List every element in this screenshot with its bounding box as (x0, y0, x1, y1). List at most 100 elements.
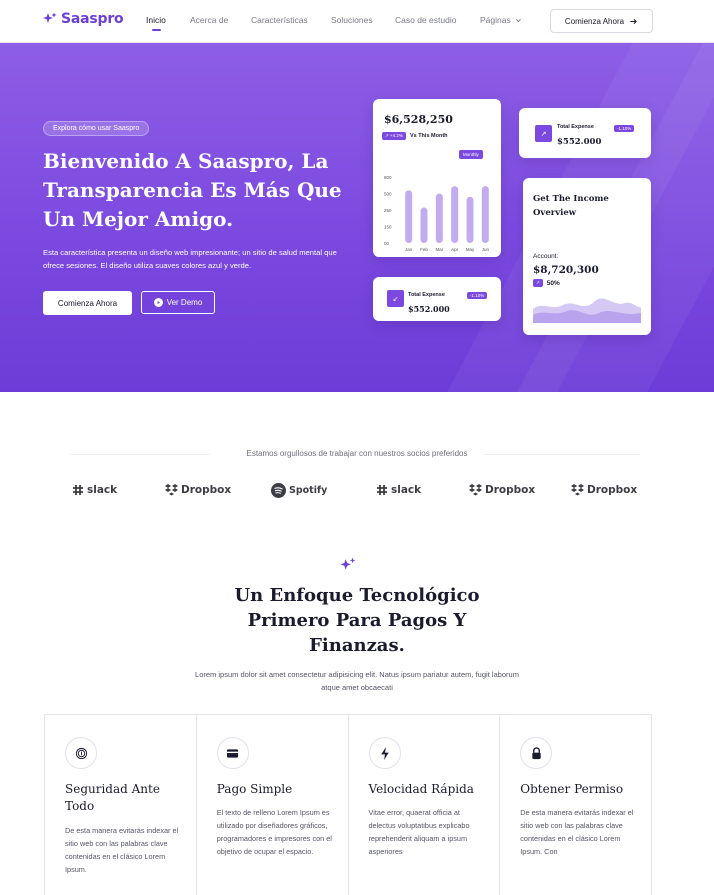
y-tick-label: 150 (384, 225, 392, 230)
chevron-down-icon (516, 19, 522, 23)
y-tick-label: 500 (384, 192, 392, 197)
income-amount: $8,720,300 (533, 264, 599, 276)
income-wave-chart (533, 298, 641, 323)
partner-logo-dropbox-2[interactable]: Dropbox (469, 482, 535, 498)
lock-icon (520, 737, 553, 769)
bar-jan (405, 190, 413, 243)
income-percent-row: ↗ 50% (533, 279, 560, 287)
slack-icon (73, 485, 83, 495)
arrow-up-icon: ↗ (385, 133, 389, 138)
partner-name: slack (391, 484, 422, 496)
expense-amount: $552.000 (557, 137, 602, 147)
income-percent: 50% (546, 279, 560, 287)
partner-logo-slack-1[interactable]: slack (72, 482, 117, 498)
expense-amount-2: $552.000 (408, 304, 450, 314)
feature-title: Velocidad Rápida (368, 782, 474, 796)
partner-name: Dropbox (485, 484, 536, 496)
feature-text: El texto de relleno Lorem Ipsum es utili… (216, 808, 332, 856)
spotify-icon (271, 482, 286, 498)
features-grid: Seguridad Ante Todo De esta manera evita… (44, 714, 652, 895)
expense-card-bottom: ↙ Total Expense $552.000 -1.10% (373, 277, 501, 321)
income-account-label: Account: (533, 253, 559, 260)
nav-link-paginas-label: Páginas (480, 15, 511, 25)
dropbox-icon (165, 484, 178, 496)
partner-logo-dropbox-3[interactable]: Dropbox (571, 482, 637, 498)
dropbox-icon (571, 484, 584, 496)
nav-link-inicio[interactable]: Inicio (146, 15, 166, 25)
revenue-change-badge: ↗ +4.2% (382, 132, 406, 140)
income-overview-card: Get The Income Overview Account: $8,720,… (523, 178, 651, 335)
nav-link-caso-estudio[interactable]: Caso de estudio (395, 15, 456, 25)
partner-name: Dropbox (181, 484, 232, 496)
nav-link-soluciones[interactable]: Soluciones (331, 15, 373, 25)
y-tick-label: 250 (384, 208, 392, 213)
nav-link-paginas[interactable]: Páginas (480, 15, 522, 25)
nav-link-caracteristicas[interactable]: Características (251, 15, 308, 25)
hero-title: Bienvenido A Saaspro, La Transparencia E… (43, 149, 342, 231)
arrow-right-icon (630, 18, 637, 24)
arrow-up-right-icon: ↗ (533, 279, 543, 287)
expense-label: Total Expense (557, 124, 594, 130)
revenue-change-caption: Vs This Month (409, 133, 448, 139)
expense-change-badge: -1.10% (614, 125, 635, 132)
revenue-chart-card: $6,528,250 ↗ +4.2% Vs This Month Monthly… (373, 99, 501, 257)
x-tick-label: Mar (435, 247, 443, 252)
feature-title: Pago Simple (216, 782, 293, 796)
feature-title: Obtener Permiso (520, 782, 624, 796)
expense-change-badge-2: -1.10% (467, 292, 488, 299)
partners-title: Estamos orgullosos de trabajar con nuest… (246, 449, 468, 458)
brand-logo[interactable]: Saaspro (43, 11, 124, 27)
features-subtitle: Lorem ipsum dolor sit amet consectetur a… (195, 670, 519, 692)
nav-cta-label: Comienza Ahora (564, 16, 625, 26)
y-tick-label: 00 (384, 241, 390, 246)
features-title: Un Enfoque Tecnológico Primero Para Pago… (234, 585, 480, 656)
revenue-bar-chart: 800 500 250 150 00 Jan Feb Mar Apr May Jun (384, 175, 490, 252)
x-tick-label: Apr (451, 247, 459, 252)
feature-card-permission: Obtener Permiso De esta manera evitarás … (500, 715, 652, 895)
feature-card-security: Seguridad Ante Todo De esta manera evita… (45, 715, 197, 895)
bar-feb (420, 207, 428, 243)
lightning-icon (368, 737, 401, 769)
arrow-down-left-icon: ↙ (387, 290, 404, 307)
feature-title: Seguridad Ante Todo (65, 782, 160, 813)
active-nav-indicator (152, 29, 161, 31)
feature-card-payment: Pago Simple El texto de relleno Lorem Ip… (197, 715, 349, 895)
hero-badge[interactable]: Explora cómo usar Saaspro (43, 121, 150, 136)
dropbox-icon (469, 484, 482, 496)
credit-card-icon (216, 737, 249, 769)
revenue-change-value: +4.2% (390, 133, 403, 138)
feature-text: De esta manera evitarás indexar el sitio… (65, 826, 179, 874)
partner-logo-spotify[interactable]: Spotify (271, 482, 327, 498)
hero-section: Explora cómo usar Saaspro Bienvenido A S… (0, 43, 714, 392)
hero-demo-button[interactable]: Ver Demo (141, 291, 215, 314)
partner-name: slack (87, 484, 118, 496)
hero-demo-label: Ver Demo (166, 298, 203, 307)
bar-apr (451, 186, 459, 243)
feature-text: De esta manera evitarás indexar el sitio… (520, 808, 634, 856)
bar-mar (435, 193, 443, 243)
fingerprint-icon (65, 737, 97, 769)
sparkle-icon (340, 557, 356, 570)
expense-label-2: Total Expense (408, 292, 445, 298)
arrow-up-right-icon: ↗ (535, 125, 552, 142)
income-title: Get The Income Overview (533, 194, 609, 218)
partner-name: Spotify (289, 484, 328, 496)
partner-logo-dropbox-1[interactable]: Dropbox (165, 482, 231, 498)
x-tick-label: Jun (482, 247, 490, 252)
x-tick-label: Jan (405, 247, 413, 252)
partner-logo-slack-2[interactable]: slack (376, 482, 421, 498)
top-navbar: Saaspro Inicio Acerca de Características… (0, 0, 714, 43)
play-icon (153, 298, 163, 307)
nav-cta-button[interactable]: Comienza Ahora (550, 9, 653, 33)
x-tick-label: May (466, 247, 475, 252)
sparkle-logo-icon (43, 12, 57, 23)
expense-card-top: ↗ Total Expense $552.000 -1.10% (519, 108, 651, 158)
feature-text: Vitae error, quaerat officia at delectus… (368, 808, 470, 856)
feature-card-speed: Velocidad Rápida Vitae error, quaerat of… (349, 715, 501, 895)
nav-link-acerca[interactable]: Acerca de (190, 15, 228, 25)
x-tick-label: Feb (420, 247, 428, 252)
hero-start-button[interactable]: Comienza Ahora (43, 291, 132, 315)
brand-name: Saaspro (61, 11, 124, 27)
revenue-amount: $6,528,250 (384, 113, 453, 126)
slack-icon (377, 485, 387, 495)
